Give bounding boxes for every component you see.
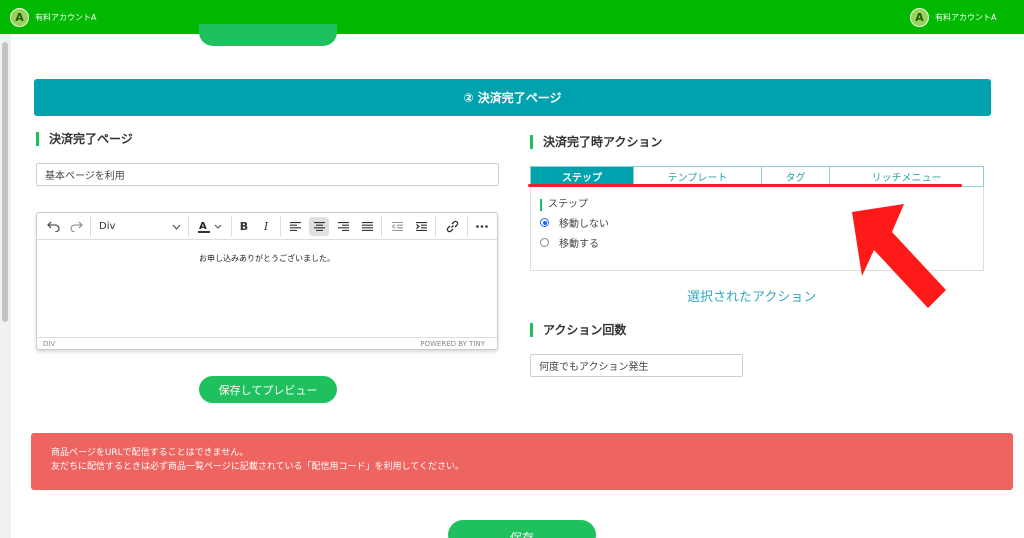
- align-center-icon[interactable]: [309, 217, 329, 236]
- toolbar-divider: [188, 216, 189, 237]
- editor-statusbar: DIV POWERED BY TINY: [37, 337, 497, 349]
- account-switcher-left[interactable]: A 有料アカウントA: [10, 8, 96, 27]
- chevron-down-icon: [172, 224, 181, 230]
- action-count-select[interactable]: 何度でもアクション発生: [530, 354, 743, 377]
- chevron-down-icon: [214, 224, 222, 229]
- svg-text:A: A: [199, 221, 207, 232]
- section-banner: ② 決済完了ページ: [34, 79, 991, 116]
- red-arrow-annotation: [852, 204, 946, 308]
- page-select[interactable]: 基本ページを利用: [36, 163, 499, 186]
- italic-icon[interactable]: I: [257, 217, 275, 236]
- editor-toolbar: Div A B I: [37, 213, 497, 240]
- indent-icon[interactable]: [411, 217, 431, 236]
- action-count-heading: アクション回数: [530, 323, 626, 337]
- block-format-select[interactable]: Div: [95, 217, 185, 236]
- account-name: 有料アカウントA: [935, 13, 997, 22]
- save-preview-button[interactable]: 保存してプレビュー: [199, 376, 337, 403]
- radio-no-move[interactable]: 移動しない: [540, 215, 609, 230]
- toolbar-divider: [435, 216, 436, 237]
- completion-action-heading: 決済完了時アクション: [530, 135, 662, 149]
- bold-icon[interactable]: B: [235, 217, 253, 236]
- redo-icon[interactable]: [66, 217, 86, 236]
- align-right-icon[interactable]: [333, 217, 353, 236]
- payment-complete-page-heading: 決済完了ページ: [36, 132, 133, 146]
- toolbar-divider: [90, 216, 91, 237]
- step-label: ステップ: [540, 199, 588, 211]
- block-format-value: Div: [99, 221, 116, 232]
- more-icon[interactable]: [471, 217, 493, 236]
- top-bar: A 有料アカウントA A 有料アカウントA: [0, 0, 1024, 34]
- selected-action-link[interactable]: 選択されたアクション: [687, 286, 816, 305]
- toolbar-divider: [280, 216, 281, 237]
- save-button[interactable]: 保存: [448, 520, 596, 538]
- link-icon[interactable]: [441, 217, 463, 236]
- undo-icon[interactable]: [43, 217, 63, 236]
- radio-button[interactable]: [540, 238, 549, 247]
- scrollbar-thumb[interactable]: [2, 42, 8, 322]
- page-scrollbar[interactable]: [0, 34, 11, 538]
- radio-label: 移動しない: [559, 219, 609, 230]
- rich-text-editor: Div A B I お申し込みありがとうございました。 DIV POWERED …: [36, 212, 498, 350]
- align-left-icon[interactable]: [285, 217, 305, 236]
- avatar: A: [10, 8, 29, 27]
- save-preview-button-top[interactable]: 保存してプレビュー: [199, 24, 337, 46]
- toolbar-divider: [381, 216, 382, 237]
- radio-move[interactable]: 移動する: [540, 235, 599, 250]
- radio-label: 移動する: [559, 239, 599, 250]
- toolbar-divider: [231, 216, 232, 237]
- radio-button-checked[interactable]: [540, 218, 549, 227]
- editor-content-area[interactable]: お申し込みありがとうございました。: [37, 241, 497, 337]
- warning-alert: 商品ページをURLで配信することはできません。 友だちに配信するときは必ず商品一…: [31, 433, 1013, 490]
- text-color-icon[interactable]: A: [193, 217, 227, 236]
- avatar: A: [910, 8, 929, 27]
- alert-line-2: 友だちに配信するときは必ず商品一覧ページに記載されている「配信用コード」を利用し…: [51, 462, 465, 472]
- powered-by-label[interactable]: POWERED BY TINY: [420, 340, 485, 348]
- toolbar-divider: [467, 216, 468, 237]
- element-path[interactable]: DIV: [43, 340, 55, 348]
- account-name: 有料アカウントA: [35, 13, 97, 22]
- alert-line-1: 商品ページをURLで配信することはできません。: [51, 448, 249, 458]
- align-justify-icon[interactable]: [357, 217, 377, 236]
- account-menu-right[interactable]: A 有料アカウントA: [910, 8, 996, 27]
- outdent-icon[interactable]: [387, 217, 407, 236]
